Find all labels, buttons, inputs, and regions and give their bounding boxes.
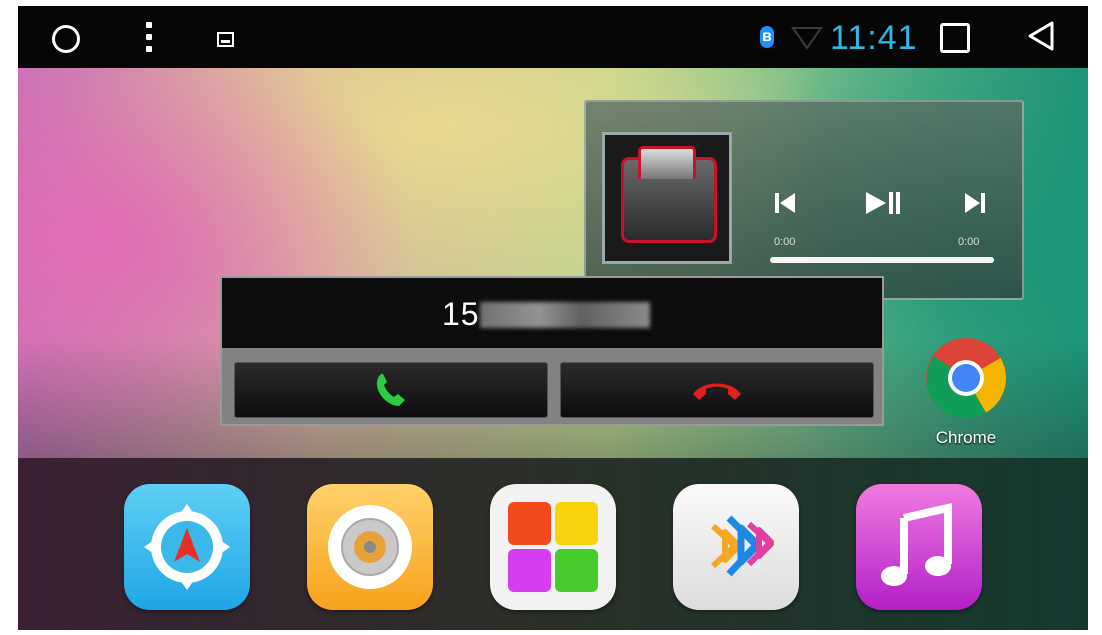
phone-answer-icon	[376, 374, 405, 406]
music-app-icon[interactable]	[856, 484, 982, 610]
redacted-number	[480, 302, 650, 328]
status-bar: ʙ 11:41	[18, 6, 1088, 68]
decline-call-button[interactable]	[560, 362, 874, 418]
back-icon[interactable]	[1026, 20, 1056, 52]
chrome-shortcut[interactable]: Chrome	[918, 336, 1014, 454]
answer-call-button[interactable]	[234, 362, 548, 418]
incoming-call-dialog: 15	[220, 276, 884, 426]
progress-bar[interactable]	[770, 257, 994, 263]
phone-hangup-icon	[693, 383, 741, 400]
wifi-icon	[791, 27, 823, 50]
navigation-app-icon[interactable]	[124, 484, 250, 610]
music-widget: 0:00 0:00	[584, 100, 1024, 300]
caller-number: 15	[442, 296, 480, 332]
bluetooth-app-icon[interactable]	[673, 484, 799, 610]
elapsed-time: 0:00	[774, 236, 796, 248]
screenshot-icon	[217, 32, 234, 47]
radio-app-icon[interactable]	[307, 484, 433, 610]
app-dock	[18, 458, 1088, 630]
music-folder-icon	[621, 146, 717, 243]
chrome-label: Chrome	[935, 428, 997, 447]
recents-icon[interactable]	[940, 23, 970, 53]
gallery-app-icon[interactable]	[490, 484, 616, 610]
bluetooth-icon: ʙ	[760, 26, 774, 48]
car-head-unit-screen: ʙ 11:41 0:00 0:00 15 Chrome	[18, 6, 1088, 630]
menu-dots-icon[interactable]	[146, 22, 152, 52]
next-icon[interactable]	[962, 190, 988, 216]
home-circle-icon[interactable]	[52, 25, 80, 53]
chrome-icon	[926, 338, 1006, 418]
caller-number-bar: 15	[222, 278, 882, 348]
previous-icon[interactable]	[772, 190, 798, 216]
play-pause-icon[interactable]	[864, 190, 904, 216]
total-time: 0:00	[958, 236, 980, 248]
album-art[interactable]	[602, 132, 732, 264]
clock-time: 11:41	[830, 19, 918, 57]
